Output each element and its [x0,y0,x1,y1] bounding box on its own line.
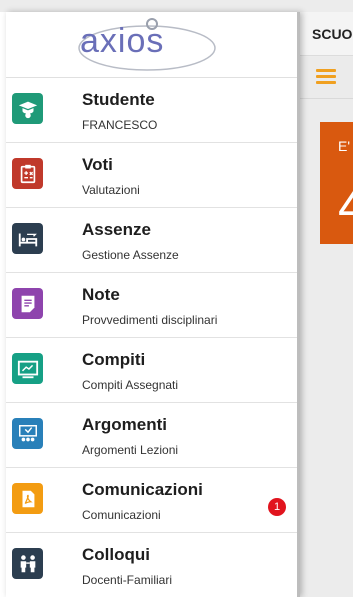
summary-card-label: E' [338,138,351,154]
app-content: E' 4 [300,100,353,597]
menu-item-studente[interactable]: Studente FRANCESCO [6,78,297,143]
navigation-drawer: axios Studente FRANCESCO Voti Valutazion… [6,12,300,597]
menu-item-compiti[interactable]: Compiti Compiti Assegnati [6,338,297,403]
app-header: SCUOLA [300,12,353,56]
menu-item-title: Argomenti [82,415,167,434]
summary-card-value: 4 [338,177,353,235]
menu-item-note[interactable]: Note Provvedimenti disciplinari [6,273,297,338]
menu-item-argomenti[interactable]: Argomenti Argomenti Lezioni [6,403,297,468]
app-toolbar [300,57,353,99]
menu-item-subtitle: Gestione Assenze [82,248,179,262]
menu-item-title: Comunicazioni [82,480,203,499]
menu-item-title: Voti [82,155,113,174]
logo-area: axios [6,12,297,78]
menu-item-comunicazioni[interactable]: Comunicazioni Comunicazioni 1 [6,468,297,533]
menu-item-title: Assenze [82,220,151,239]
grades-clipboard-icon [12,158,43,189]
hamburger-menu-icon[interactable] [316,69,336,85]
menu-item-subtitle: Docenti-Familiari [82,573,173,587]
menu-item-colloqui[interactable]: Colloqui Docenti-Familiari [6,533,297,597]
menu-item-subtitle: Valutazioni [82,183,140,197]
meeting-icon [12,548,43,579]
app-title: SCUOLA [312,26,353,42]
axios-logo: axios [80,22,165,60]
menu-item-subtitle: FRANCESCO [82,118,158,132]
menu-item-title: Studente [82,90,155,109]
notification-badge: 1 [268,498,286,516]
lesson-icon [12,418,43,449]
menu-item-title: Compiti [82,350,146,369]
menu-item-subtitle: Provvedimenti disciplinari [82,313,218,327]
menu-item-subtitle: Comunicazioni [82,508,161,522]
menu-item-assenze[interactable]: Assenze Gestione Assenze [6,208,297,273]
menu-item-title: Note [82,285,120,304]
summary-card[interactable]: E' 4 [320,122,353,244]
bed-icon [12,223,43,254]
menu-item-subtitle: Compiti Assegnati [82,378,179,392]
menu-item-title: Colloqui [82,545,150,564]
menu-item-voti[interactable]: Voti Valutazioni [6,143,297,208]
menu-item-subtitle: Argomenti Lezioni [82,443,179,457]
chalkboard-icon [12,353,43,384]
student-icon [12,93,43,124]
pdf-document-icon [12,483,43,514]
note-icon [12,288,43,319]
